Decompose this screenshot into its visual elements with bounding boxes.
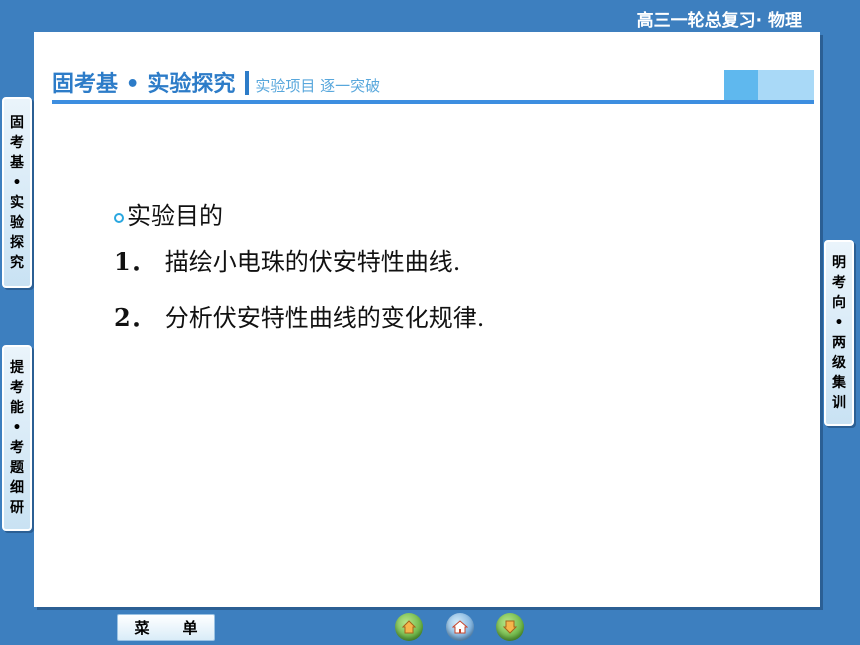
- section-title: 固考基 • 实验探究: [52, 72, 236, 97]
- header-decoration-left: [724, 70, 758, 100]
- tab-char: 考: [10, 440, 24, 456]
- tab-char: 能: [10, 400, 24, 416]
- tab-char: •: [12, 420, 22, 436]
- list-item-number: 2．: [114, 303, 155, 332]
- tab-char: 探: [10, 234, 24, 251]
- tab-char: 题: [10, 460, 24, 476]
- section-separator: [245, 71, 250, 95]
- content-panel: 固考基 • 实验探究 实验项目 逐一突破 实验目的 1． 描绘小电珠的伏安特性曲线…: [34, 32, 820, 607]
- section-subtitle: 实验项目 逐一突破: [255, 77, 381, 95]
- tab-char: 究: [10, 254, 24, 271]
- tab-char: •: [834, 315, 844, 331]
- tab-char: 训: [832, 395, 846, 411]
- tab-char: 提: [10, 360, 24, 376]
- list-item-number: 1．: [114, 247, 155, 276]
- tab-char: 基: [10, 154, 24, 171]
- next-page-button[interactable]: [496, 613, 524, 641]
- circle-bullet-icon: [114, 213, 124, 223]
- content-heading-row: 实验目的: [114, 188, 484, 244]
- content-body: 实验目的 1． 描绘小电珠的伏安特性曲线. 2． 分析伏安特性曲线的变化规律.: [114, 188, 484, 356]
- list-item: 2． 分析伏安特性曲线的变化规律.: [114, 300, 484, 356]
- content-heading: 实验目的: [127, 202, 223, 230]
- list-item: 1． 描绘小电珠的伏安特性曲线.: [114, 244, 484, 300]
- side-tab-tikaoneng[interactable]: 提 考 能 • 考 题 细 研: [2, 345, 32, 531]
- side-tab-gukaoji[interactable]: 固 考 基 • 实 验 探 究: [2, 97, 32, 288]
- prev-page-icon: [401, 620, 417, 634]
- tab-char: 向: [832, 295, 846, 311]
- tab-char: 考: [10, 380, 24, 396]
- prev-page-button[interactable]: [395, 613, 423, 641]
- tab-char: 级: [832, 355, 846, 371]
- tab-char: 考: [832, 275, 846, 291]
- course-title: 高三一轮总复习· 物理: [636, 11, 802, 31]
- tab-char: 考: [10, 134, 24, 151]
- side-tab-mingkaoxiang[interactable]: 明 考 向 • 两 级 集 训: [824, 240, 854, 426]
- header-divider: [52, 100, 814, 104]
- home-button[interactable]: [446, 613, 474, 641]
- tab-char: 固: [10, 114, 24, 131]
- tab-char: •: [12, 174, 22, 191]
- menu-button[interactable]: 菜 单: [117, 614, 215, 641]
- menu-label-2: 单: [182, 619, 198, 637]
- tab-char: 两: [832, 335, 846, 351]
- tab-char: 验: [10, 214, 24, 231]
- menu-label-1: 菜: [134, 619, 150, 637]
- tab-char: 明: [832, 255, 846, 271]
- home-icon: [452, 620, 468, 634]
- next-page-icon: [502, 620, 518, 634]
- header-decoration-right: [758, 70, 814, 100]
- tab-char: 集: [832, 375, 846, 391]
- section-header: 固考基 • 实验探究 实验项目 逐一突破: [52, 66, 380, 100]
- tab-char: 研: [10, 500, 24, 516]
- list-item-text: 描绘小电珠的伏安特性曲线.: [164, 248, 461, 276]
- list-item-text: 分析伏安特性曲线的变化规律.: [164, 304, 485, 332]
- tab-char: 细: [10, 480, 24, 496]
- tab-char: 实: [10, 194, 24, 211]
